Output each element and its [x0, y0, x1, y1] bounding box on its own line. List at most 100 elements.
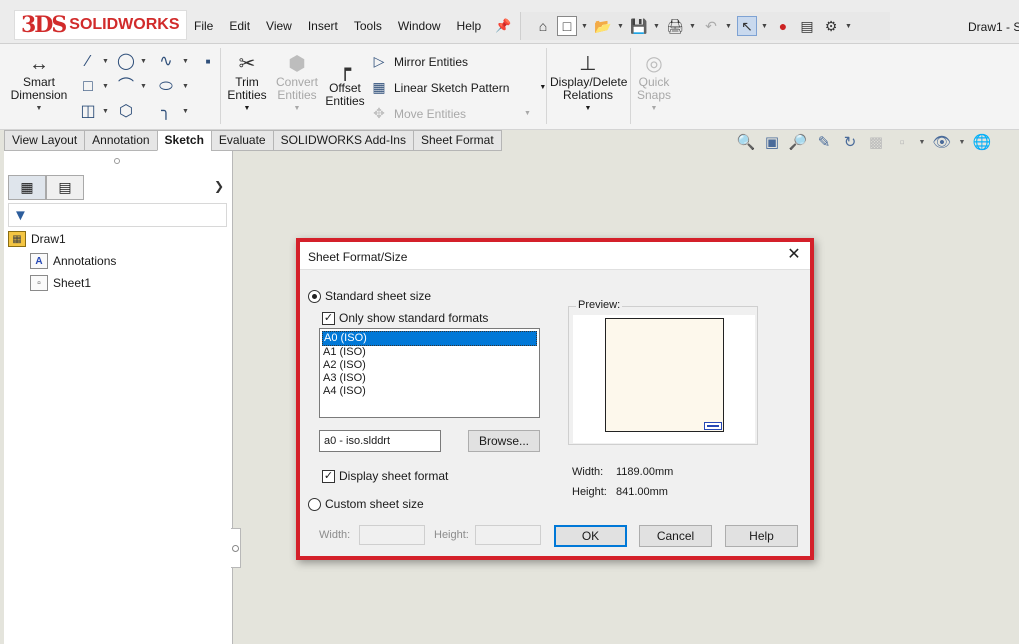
browse-button[interactable]: Browse... — [468, 430, 540, 452]
sheet-size-list[interactable]: A0 (ISO) A1 (ISO) A2 (ISO) A3 (ISO) A4 (… — [319, 328, 540, 418]
list-item[interactable]: A3 (ISO) — [322, 372, 537, 385]
chevron-down-icon[interactable]: ▼ — [182, 83, 189, 90]
menu-help[interactable]: Help — [449, 19, 490, 33]
tab-view-layout[interactable]: View Layout — [4, 130, 85, 151]
panel-grip[interactable] — [114, 158, 120, 164]
print-icon[interactable]: 🖨 — [665, 16, 685, 36]
custom-height-field[interactable] — [475, 525, 541, 545]
chevron-down-icon[interactable]: ▼ — [617, 23, 625, 30]
file-properties-icon[interactable]: ▤ — [797, 16, 817, 36]
zoom-to-fit-icon[interactable]: 🔍 — [736, 133, 756, 151]
chevron-down-icon[interactable]: ▼ — [140, 58, 147, 65]
chevron-down-icon[interactable]: ▼ — [653, 23, 661, 30]
tree-item-sheet[interactable]: ▫ Sheet1 — [30, 275, 91, 291]
smart-dimension-button[interactable]: ↔ Smart Dimension ▼ — [8, 52, 70, 115]
chevron-down-icon[interactable]: ▼ — [581, 23, 589, 30]
circle-icon[interactable]: ◯ — [116, 52, 136, 72]
quick-snaps-button[interactable]: ◎ Quick Snaps ▼ — [634, 52, 674, 115]
property-manager-tab-icon[interactable]: ▤ — [46, 175, 84, 200]
slot-icon[interactable]: ◫ — [78, 102, 98, 122]
chevron-down-icon[interactable]: ▼ — [524, 110, 531, 117]
menu-edit[interactable]: Edit — [221, 19, 258, 33]
open-icon[interactable]: 📂 — [593, 16, 613, 36]
tab-sheet-format[interactable]: Sheet Format — [412, 130, 502, 151]
menu-tools[interactable]: Tools — [346, 19, 390, 33]
chevron-down-icon[interactable]: ▼ — [958, 139, 966, 146]
standard-sheet-size-radio[interactable]: Standard sheet size — [308, 289, 431, 303]
undo-icon[interactable]: ↶ — [701, 16, 721, 36]
chevron-down-icon[interactable]: ▼ — [634, 102, 674, 115]
select-icon[interactable]: ↖ — [737, 16, 757, 36]
offset-entities-button[interactable]: ┍ Offset Entities — [324, 58, 366, 108]
mirror-entities-button[interactable]: ▷ Mirror Entities — [370, 53, 468, 70]
spline-icon[interactable]: ∿ — [156, 52, 176, 72]
close-icon[interactable]: ✕ — [786, 246, 802, 264]
redraw-icon[interactable]: ↻ — [840, 133, 860, 151]
chevron-down-icon[interactable]: ▼ — [725, 23, 733, 30]
tab-solidworks-add-ins[interactable]: SOLIDWORKS Add-Ins — [272, 130, 413, 151]
list-item[interactable]: A1 (ISO) — [322, 346, 537, 359]
menu-window[interactable]: Window — [390, 19, 449, 33]
chevron-down-icon[interactable]: ▼ — [182, 108, 189, 115]
move-entities-button[interactable]: ✥ Move Entities ▼ — [370, 105, 531, 122]
home-icon[interactable]: ⌂ — [533, 16, 553, 36]
chevron-down-icon[interactable]: ▼ — [102, 83, 109, 90]
chevron-down-icon[interactable]: ▼ — [845, 23, 853, 30]
chevron-down-icon[interactable]: ▼ — [8, 102, 70, 115]
solidworks-logo[interactable]: 3DS SOLIDWORKS — [14, 10, 187, 40]
polygon-icon[interactable]: ⬡ — [116, 102, 136, 122]
fillet-icon[interactable]: ╮ — [156, 102, 176, 122]
display-delete-relations-button[interactable]: ⊥ Display/Delete Relations ▼ — [550, 52, 627, 115]
hide-show-items-icon[interactable]: 👁 — [932, 133, 952, 151]
menu-insert[interactable]: Insert — [300, 19, 346, 33]
list-item[interactable]: A0 (ISO) — [322, 331, 537, 346]
tab-evaluate[interactable]: Evaluate — [210, 130, 273, 151]
custom-sheet-size-radio[interactable]: Custom sheet size — [308, 497, 424, 511]
appearance-icon[interactable]: 🌐 — [972, 133, 992, 151]
tree-filter[interactable]: ▼ — [8, 203, 227, 227]
feature-manager-tab-icon[interactable]: ▦ — [8, 175, 46, 200]
menu-view[interactable]: View — [258, 19, 300, 33]
cancel-button[interactable]: Cancel — [639, 525, 712, 547]
list-item[interactable]: A2 (ISO) — [322, 359, 537, 372]
chevron-down-icon[interactable]: ▼ — [224, 102, 270, 115]
convert-entities-button[interactable]: ⬢ Convert Entities ▼ — [272, 52, 322, 115]
list-item[interactable]: A4 (ISO) — [322, 385, 537, 398]
only-show-standard-checkbox[interactable]: ✓ Only show standard formats — [322, 311, 488, 325]
chevron-down-icon[interactable]: ▼ — [182, 58, 189, 65]
options-icon[interactable]: ⚙ — [821, 16, 841, 36]
chevron-down-icon[interactable]: ▼ — [761, 23, 769, 30]
tab-annotation[interactable]: Annotation — [84, 130, 157, 151]
rebuild-icon[interactable]: ● — [773, 16, 793, 36]
chevron-down-icon[interactable]: ▼ — [272, 102, 322, 115]
help-button[interactable]: Help — [725, 525, 798, 547]
new-document-icon[interactable]: □ — [557, 16, 577, 36]
trim-entities-button[interactable]: ✂ Trim Entities ▼ — [224, 52, 270, 115]
format-file-field[interactable]: a0 - iso.slddrt — [319, 430, 441, 452]
chevron-down-icon[interactable]: ▼ — [102, 108, 109, 115]
pan-icon[interactable]: ✎ — [814, 133, 834, 151]
zoom-in-out-icon[interactable]: 🔎 — [788, 133, 808, 151]
tree-item-annotations[interactable]: A Annotations — [30, 253, 116, 269]
menu-file[interactable]: File — [186, 19, 221, 33]
chevron-down-icon[interactable]: ▼ — [689, 23, 697, 30]
display-sheet-format-checkbox[interactable]: ✓ Display sheet format — [322, 469, 448, 483]
point-icon[interactable]: ■ — [198, 52, 218, 72]
arc-icon[interactable]: ⌒ — [116, 77, 136, 97]
tree-root-drawing[interactable]: ▦ Draw1 — [8, 231, 66, 247]
chevron-down-icon[interactable]: ▼ — [140, 83, 147, 90]
chevron-right-icon[interactable]: ❯ — [214, 179, 224, 193]
chevron-down-icon[interactable]: ▼ — [550, 102, 626, 115]
chevron-down-icon[interactable]: ▼ — [102, 58, 109, 65]
linear-sketch-pattern-button[interactable]: ▦ Linear Sketch Pattern ▼ — [370, 79, 546, 96]
save-icon[interactable]: 💾 — [629, 16, 649, 36]
view-orientation-icon[interactable]: ▫ — [892, 134, 912, 151]
line-icon[interactable]: ∕ — [78, 52, 98, 72]
section-view-icon[interactable]: ▩ — [866, 133, 886, 151]
custom-width-field[interactable] — [359, 525, 425, 545]
ok-button[interactable]: OK — [554, 525, 627, 547]
pin-icon[interactable]: 📌 — [495, 18, 511, 34]
tab-sketch[interactable]: Sketch — [156, 130, 211, 151]
zoom-to-area-icon[interactable]: ▣ — [762, 133, 782, 151]
rectangle-icon[interactable]: □ — [78, 77, 98, 97]
